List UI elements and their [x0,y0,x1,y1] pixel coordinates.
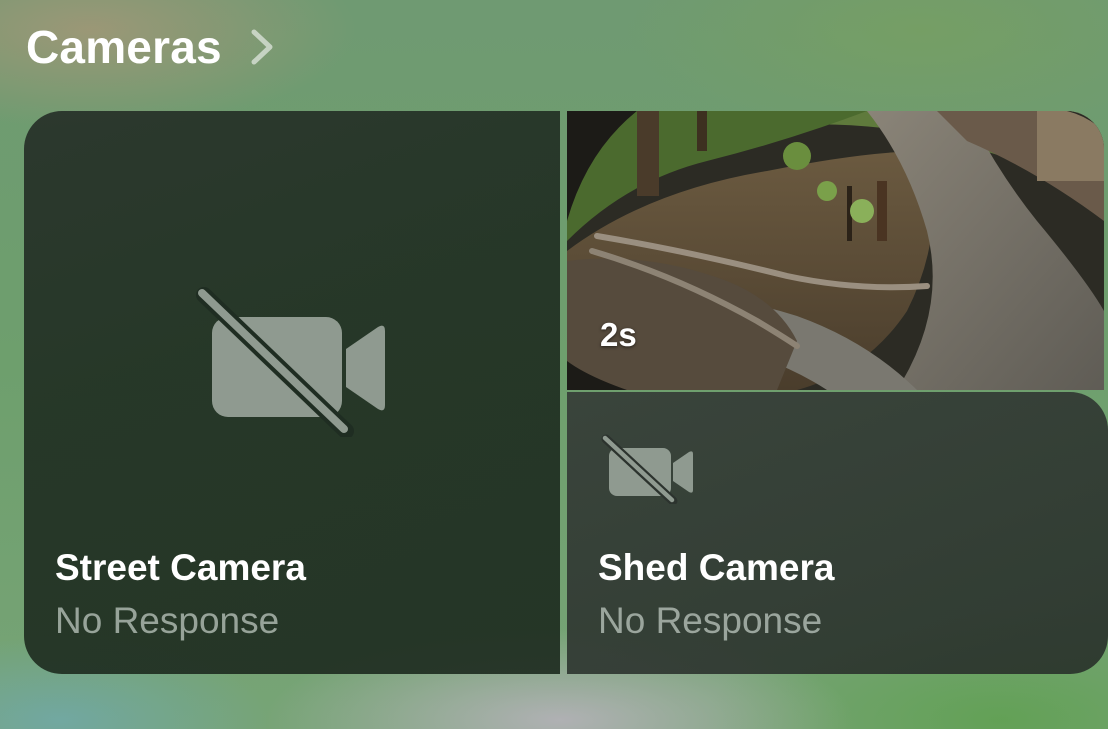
camera-status: No Response [598,600,823,641]
camera-name: Shed Camera [598,547,835,588]
cameras-header[interactable]: Cameras [26,20,278,74]
section-title: Cameras [26,21,222,73]
video-slash-icon [601,434,697,509]
camera-status: No Response [55,600,280,641]
snapshot-age-label: 2s [600,316,637,353]
camera-name: Street Camera [55,547,306,588]
chevron-right-icon [248,24,278,70]
camera-snapshot-image [567,111,1104,390]
video-slash-icon [196,287,390,442]
shed-camera-tile[interactable]: Shed Camera No Response [567,392,1108,674]
camera-snapshot-tile[interactable]: 2s [567,111,1104,390]
street-camera-tile[interactable]: Street Camera No Response [24,111,560,674]
